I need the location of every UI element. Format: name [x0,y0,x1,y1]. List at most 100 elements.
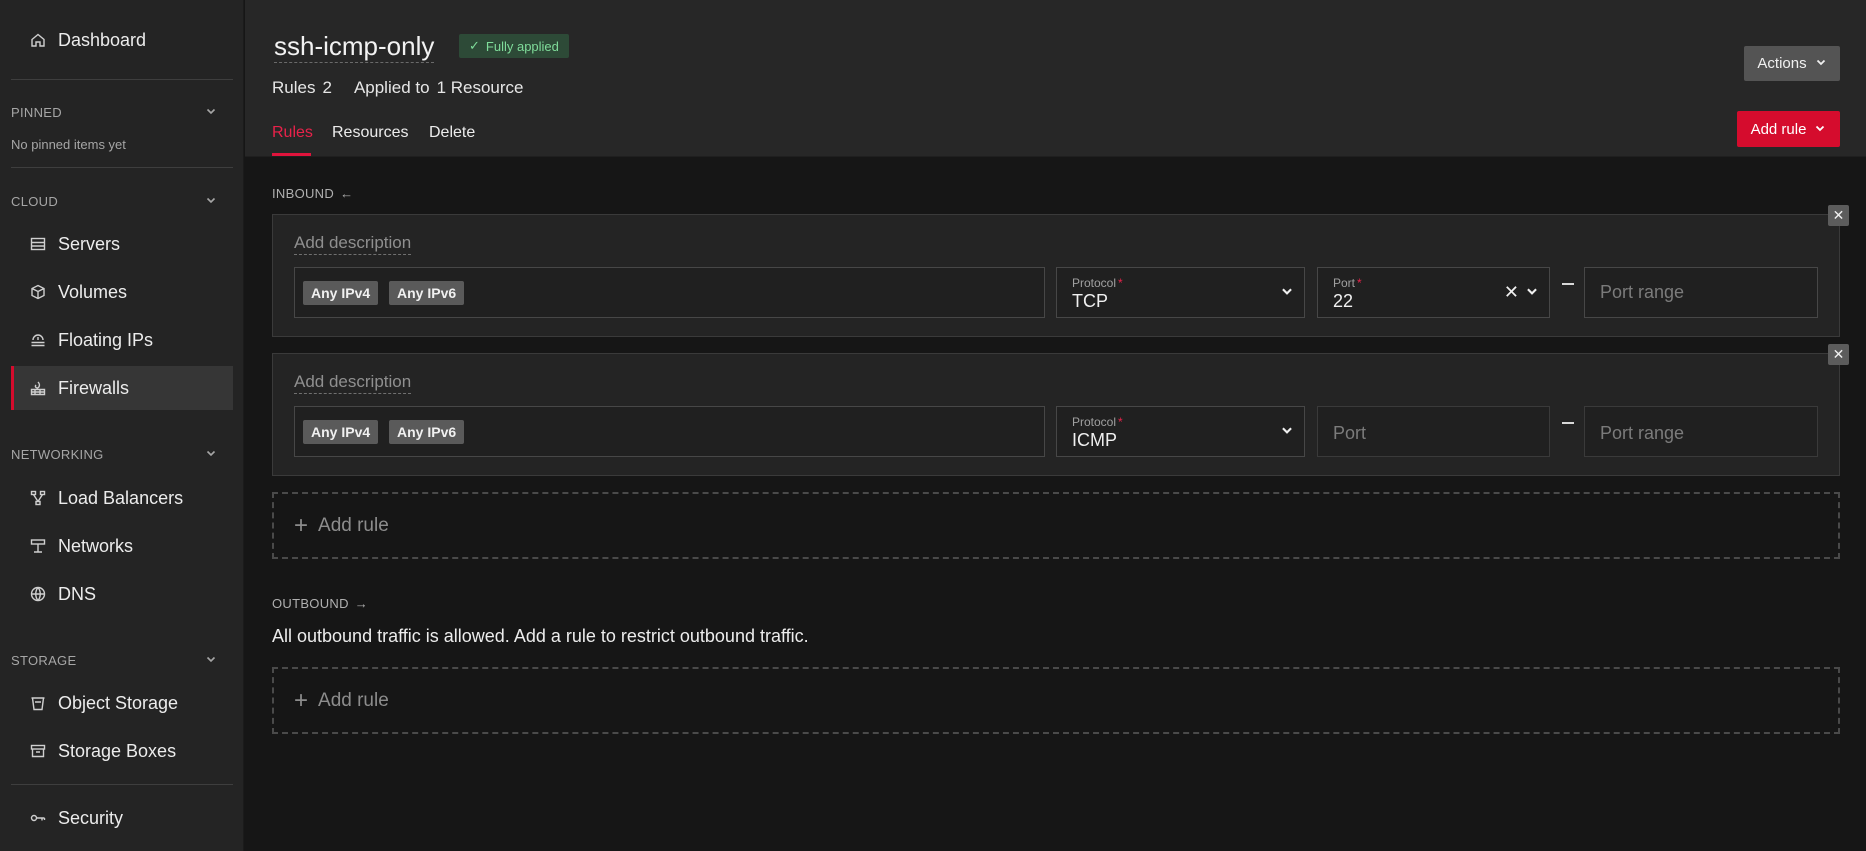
add-description-field[interactable]: Add description [294,232,412,255]
add-rule-text: Add rule [318,689,389,711]
ip-chip[interactable]: Any IPv4 [303,281,379,305]
sidebar-item-label: Firewalls [58,377,130,398]
source-ips-field[interactable]: Any IPv4 Any IPv6 [294,267,1045,318]
floating-ip-icon [28,330,48,350]
actions-button[interactable]: Actions [1744,46,1840,81]
section-cloud[interactable]: CLOUD [11,191,233,211]
port-range-placeholder: Port range [1600,282,1685,302]
applied-value[interactable]: 1 Resource [437,78,524,97]
status-text: Fully applied [485,38,559,54]
plus-icon: + [294,511,309,539]
protocol-value: TCP [1072,291,1108,311]
section-title: CLOUD [11,193,59,209]
remove-rule-button[interactable]: ✕ [1828,205,1849,226]
sidebar-item-label: Dashboard [58,29,147,50]
port-input[interactable]: Port [1317,406,1550,457]
page-header: ssh-icmp-only ✓ Fully applied Rules 2 App… [245,0,1866,157]
sidebar-divider [11,784,233,785]
chevron-down-icon [205,105,217,120]
port-label: Port * [1333,276,1362,290]
chevron-down-icon [205,194,217,209]
chevron-down-icon [205,653,217,668]
tab-rules[interactable]: Rules [272,124,313,142]
port-select[interactable]: Port * 22 ✕ [1317,267,1550,318]
ip-chip[interactable]: Any IPv6 [389,420,465,444]
sidebar: Dashboard PINNED No pinned items yet CLO… [0,0,244,851]
add-rule-text: Add rule [318,514,389,536]
inbound-rule-card: Add description Any IPv4 Any IPv6 Protoc… [272,353,1840,476]
add-outbound-rule-button[interactable]: + Add rule [272,667,1840,734]
outbound-label: OUTBOUND → [272,596,368,611]
protocol-select[interactable]: Protocol * TCP [1056,267,1305,318]
source-ips-field[interactable]: Any IPv4 Any IPv6 [294,406,1045,457]
home-icon [28,30,48,50]
firewall-icon [28,378,48,398]
protocol-label: Protocol * [1072,415,1123,429]
sidebar-item-floating-ips[interactable]: Floating IPs [11,318,233,362]
clear-icon[interactable]: ✕ [1504,282,1519,303]
tab-resources[interactable]: Resources [332,124,408,142]
remove-rule-button[interactable]: ✕ [1828,344,1849,365]
protocol-value: ICMP [1072,430,1117,450]
chevron-down-icon [205,447,217,462]
protocol-label: Protocol * [1072,276,1123,290]
cube-icon [28,282,48,302]
port-range-placeholder: Port range [1600,423,1685,443]
section-storage[interactable]: STORAGE [11,650,233,670]
sidebar-item-dns[interactable]: DNS [11,572,233,616]
add-description-field[interactable]: Add description [294,371,412,394]
chevron-down-icon [1525,284,1539,298]
key-icon [28,808,48,828]
plus-icon: + [294,686,309,714]
chevron-down-icon [1814,121,1826,138]
outbound-message: All outbound traffic is allowed. Add a r… [272,626,809,646]
sidebar-item-security[interactable]: Security [11,796,233,840]
firewall-meta: Rules 2 Applied to 1 Resource [272,78,524,98]
port-range-input[interactable]: Port range [1584,267,1818,318]
load-balancer-icon [28,488,48,508]
applied-label: Applied to [353,78,430,97]
ip-chip[interactable]: Any IPv6 [389,281,465,305]
rules-value: 2 [322,78,332,97]
rules-count: Rules 2 [272,78,332,98]
sidebar-item-storage-boxes[interactable]: Storage Boxes [11,729,233,773]
section-pinned[interactable]: PINNED [11,102,233,122]
protocol-select[interactable]: Protocol * ICMP [1056,406,1305,457]
pinned-empty-text: No pinned items yet [11,137,126,152]
active-tab-indicator [272,153,311,156]
range-separator [1562,283,1574,285]
sidebar-divider [11,167,233,168]
sidebar-item-firewalls[interactable]: Firewalls [11,366,233,410]
firewall-name[interactable]: ssh-icmp-only [274,30,435,63]
check-icon: ✓ [469,38,480,53]
sidebar-item-label: Floating IPs [58,329,154,350]
rules-label: Rules [272,78,316,97]
add-rule-button[interactable]: Add rule [1737,111,1840,147]
chevron-down-icon [1280,423,1294,437]
section-networking[interactable]: NETWORKING [11,444,233,464]
add-inbound-rule-button[interactable]: + Add rule [272,492,1840,559]
port-value: 22 [1333,291,1354,311]
server-icon [28,234,48,254]
arrow-left-icon: ← [340,186,354,201]
ip-chip[interactable]: Any IPv4 [303,420,379,444]
sidebar-item-object-storage[interactable]: Object Storage [11,681,233,725]
sidebar-item-label: Networks [58,535,134,556]
sidebar-item-label: Load Balancers [58,487,184,508]
status-badge: ✓ Fully applied [459,34,569,58]
port-range-input[interactable]: Port range [1584,406,1818,457]
inbound-rule-card: Add description Any IPv4 Any IPv6 Protoc… [272,214,1840,337]
section-title: STORAGE [11,652,77,668]
sidebar-item-dashboard[interactable]: Dashboard [11,18,233,62]
sidebar-item-label: Object Storage [58,692,179,713]
tab-delete[interactable]: Delete [429,124,475,142]
section-title: NETWORKING [11,446,104,462]
sidebar-item-networks[interactable]: Networks [11,524,233,568]
outbound-label-text: OUTBOUND [272,596,349,611]
sidebar-item-servers[interactable]: Servers [11,222,233,266]
applied-to: Applied to 1 Resource [354,78,524,98]
chevron-down-icon [1815,55,1827,72]
sidebar-item-load-balancers[interactable]: Load Balancers [11,476,233,520]
sidebar-item-volumes[interactable]: Volumes [11,270,233,314]
range-separator [1562,422,1574,424]
